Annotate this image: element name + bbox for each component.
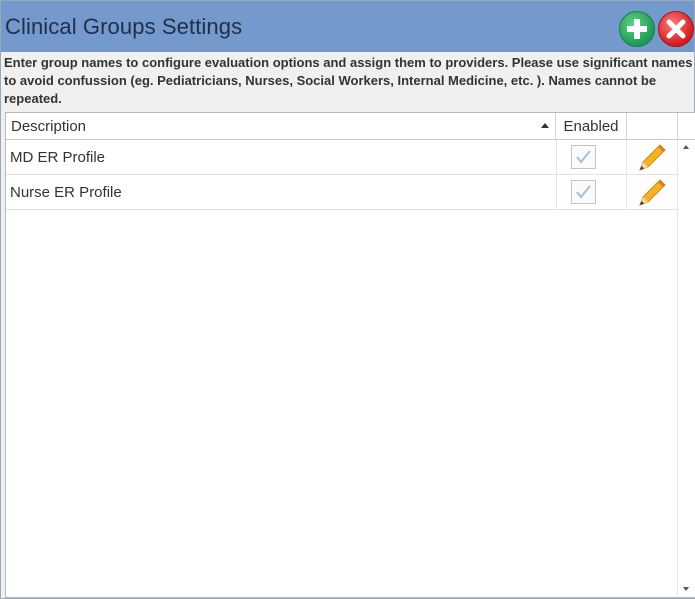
arrow-up-icon — [683, 145, 689, 149]
window-title: Clinical Groups Settings — [5, 14, 243, 39]
grid-header: Description Enabled — [6, 113, 695, 140]
enabled-cell — [556, 175, 627, 209]
group-name: Nurse ER Profile — [10, 184, 122, 201]
description-cell[interactable]: Nurse ER Profile — [6, 175, 557, 209]
check-icon — [576, 150, 591, 164]
enabled-cell — [556, 140, 627, 174]
groups-grid: Description Enabled MD ER Profile Nurse … — [5, 112, 695, 598]
title-bar: Clinical Groups Settings — [1, 1, 694, 52]
column-header-description-label: Description — [11, 118, 87, 135]
pencil-icon[interactable] — [636, 142, 668, 172]
vertical-scrollbar[interactable] — [677, 140, 695, 596]
add-group-button[interactable] — [619, 11, 655, 47]
enabled-checkbox[interactable] — [571, 180, 596, 204]
close-button[interactable] — [658, 11, 694, 47]
column-header-edit — [626, 113, 678, 139]
close-icon — [666, 19, 686, 39]
sort-ascending-icon — [541, 123, 549, 128]
table-row[interactable]: MD ER Profile — [6, 140, 677, 175]
edit-cell — [626, 140, 677, 174]
scroll-down-button[interactable] — [678, 581, 695, 596]
edit-cell — [626, 175, 677, 209]
description-cell[interactable]: MD ER Profile — [6, 140, 557, 174]
instructions-text: Enter group names to configure evaluatio… — [4, 55, 693, 106]
column-header-description[interactable]: Description — [6, 113, 556, 139]
check-icon — [576, 185, 591, 199]
group-name: MD ER Profile — [10, 149, 106, 166]
plus-icon — [627, 19, 647, 39]
table-row[interactable]: Nurse ER Profile — [6, 175, 677, 210]
arrow-down-icon — [683, 587, 689, 591]
column-header-enabled[interactable]: Enabled — [556, 113, 627, 139]
pencil-icon[interactable] — [636, 177, 668, 207]
enabled-checkbox[interactable] — [571, 145, 596, 169]
scroll-up-button[interactable] — [678, 140, 695, 155]
clinical-groups-window: Clinical Groups Settings Enter group nam… — [0, 0, 695, 599]
